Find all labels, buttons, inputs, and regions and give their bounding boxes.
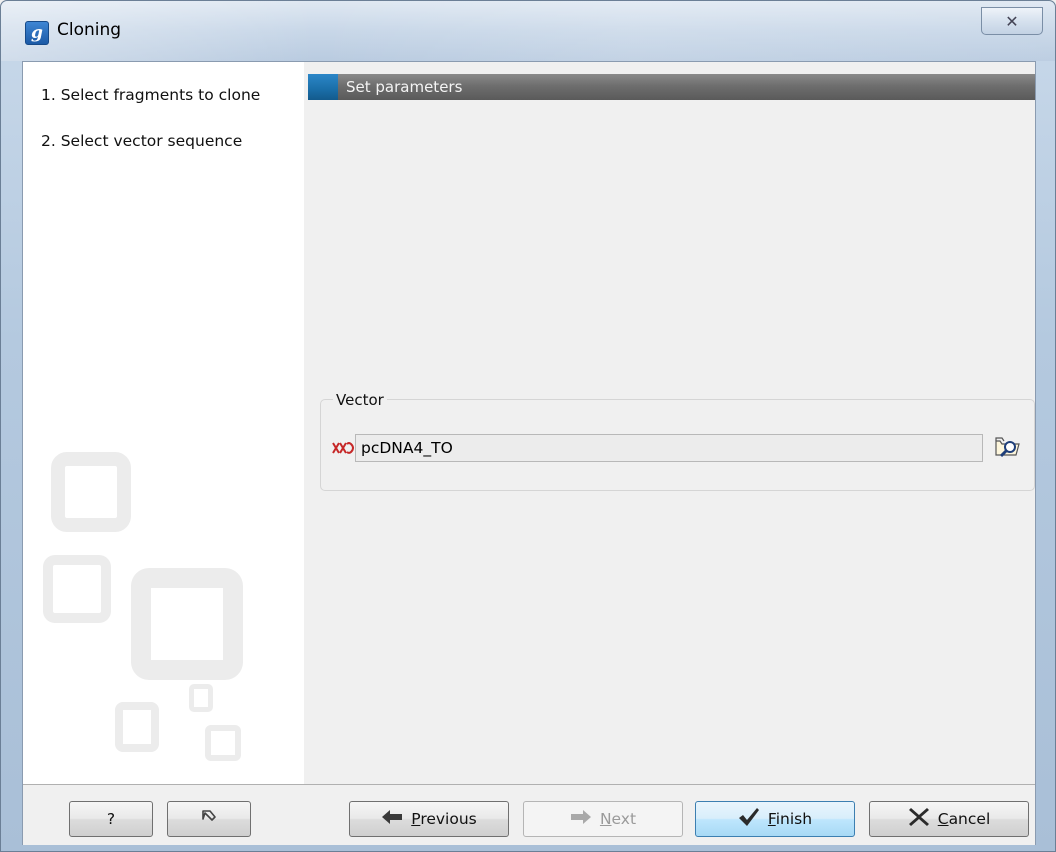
next-mnemonic: N xyxy=(599,810,612,828)
cloning-dialog: g Cloning ✕ 1. Select fragments to clone… xyxy=(0,0,1056,852)
cancel-button[interactable]: Cancel xyxy=(869,801,1029,837)
step-select-vector[interactable]: 2. Select vector sequence xyxy=(41,132,242,150)
finish-button[interactable]: Finish xyxy=(695,801,855,837)
next-button[interactable]: Next xyxy=(523,801,683,837)
reset-icon xyxy=(199,807,219,831)
watermark-square xyxy=(51,452,131,532)
step-select-fragments[interactable]: 1. Select fragments to clone xyxy=(41,86,260,104)
finish-mnemonic: F xyxy=(767,810,776,828)
folder-search-icon xyxy=(993,433,1023,463)
help-label: ? xyxy=(106,810,116,828)
next-label: ext xyxy=(611,810,637,828)
button-bar: ? Previous Next Finish Cancel xyxy=(23,784,1035,845)
vector-group: Vector xyxy=(320,391,1035,491)
title-bar[interactable]: g Cloning ✕ xyxy=(1,1,1055,61)
arrow-left-icon xyxy=(381,809,403,829)
app-logo-icon: g xyxy=(25,21,49,45)
window-title: Cloning xyxy=(57,20,122,40)
finish-label: inish xyxy=(775,810,813,828)
reset-button[interactable] xyxy=(167,801,251,837)
section-header: Set parameters xyxy=(308,74,1035,100)
checkmark-icon xyxy=(738,807,760,831)
arrow-right-icon xyxy=(570,809,592,829)
watermark-square xyxy=(115,702,159,752)
previous-button[interactable]: Previous xyxy=(349,801,509,837)
help-button[interactable]: ? xyxy=(69,801,153,837)
steps-panel: 1. Select fragments to clone 2. Select v… xyxy=(23,62,305,784)
sequence-icon xyxy=(332,442,355,458)
watermark-square xyxy=(205,725,241,761)
parameters-panel: Set parameters Vector xyxy=(304,62,1035,784)
watermark-square xyxy=(43,555,111,623)
previous-label: revious xyxy=(420,810,477,828)
section-marker xyxy=(308,74,338,100)
previous-mnemonic: P xyxy=(411,810,421,828)
cancel-mnemonic: C xyxy=(937,810,949,828)
x-icon xyxy=(908,807,930,831)
close-button[interactable]: ✕ xyxy=(981,7,1043,35)
dialog-body: 1. Select fragments to clone 2. Select v… xyxy=(22,61,1036,845)
vector-legend: Vector xyxy=(333,391,387,409)
vector-field[interactable] xyxy=(355,434,983,462)
watermark-square xyxy=(189,684,213,712)
section-title: Set parameters xyxy=(346,78,463,96)
close-icon: ✕ xyxy=(1005,11,1019,31)
cancel-label: ancel xyxy=(948,810,991,828)
browse-vector-button[interactable] xyxy=(991,434,1025,462)
watermark-square xyxy=(131,568,243,680)
